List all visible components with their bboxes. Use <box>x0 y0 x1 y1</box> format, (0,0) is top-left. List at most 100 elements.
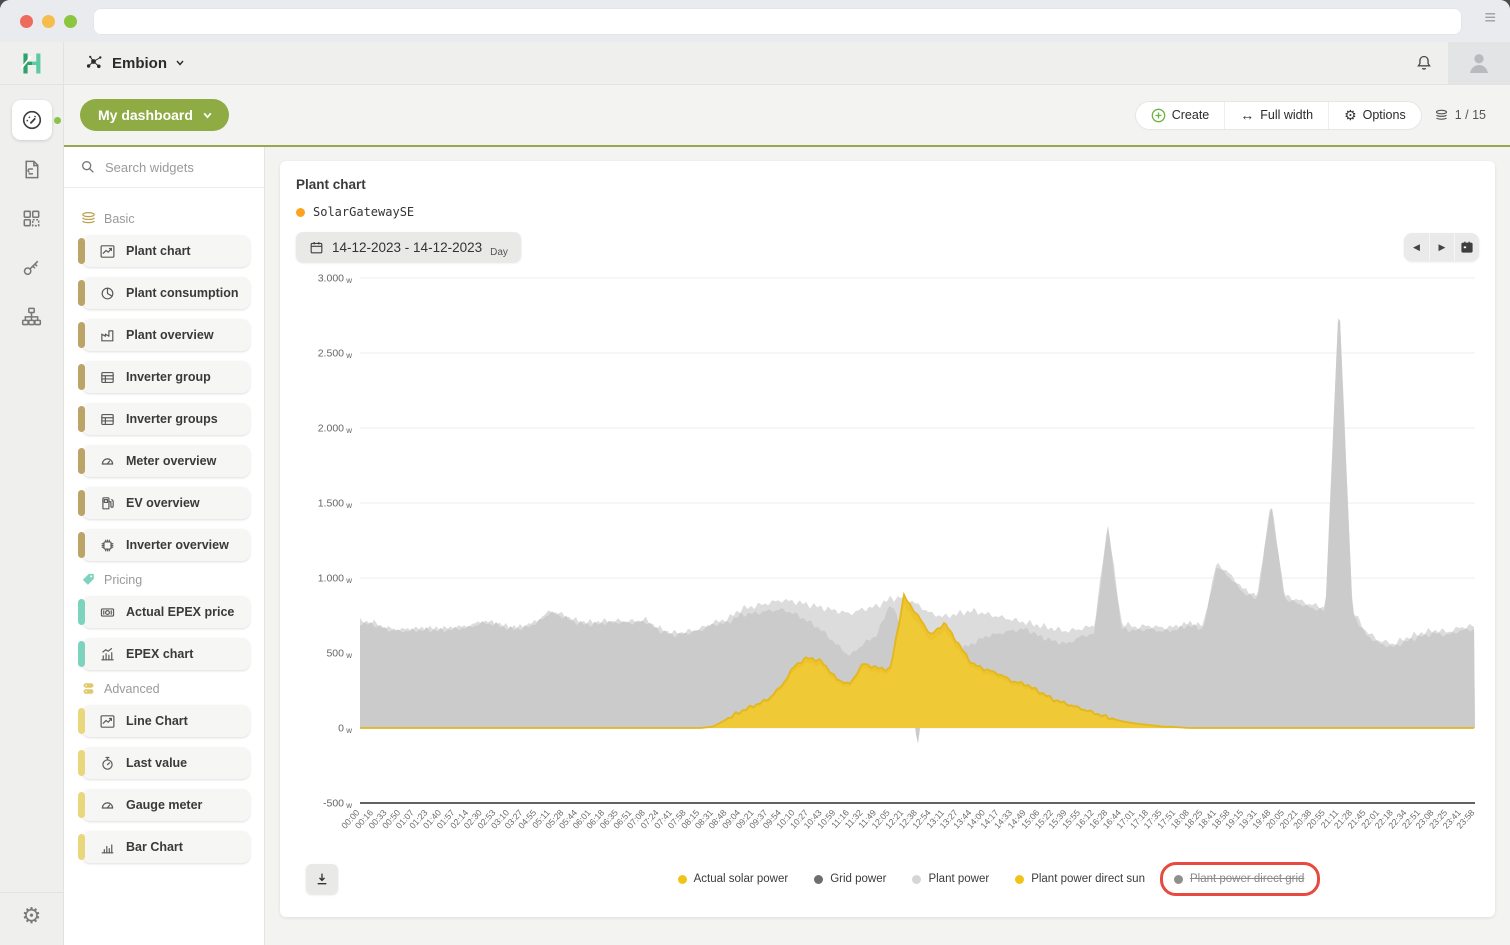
legend-dot <box>678 875 687 884</box>
date-navigation: ◀ ▶ <box>1404 233 1479 261</box>
maximize-window-button[interactable] <box>64 15 77 28</box>
chart-coins-icon <box>99 646 116 663</box>
sidebar-item-dashboards[interactable] <box>12 100 52 140</box>
widget-card-actual-epex-price[interactable]: Actual EPEX price <box>82 596 250 628</box>
legend-dot <box>912 875 921 884</box>
sidebar-item-widgets[interactable] <box>12 198 52 238</box>
widget-card-label: Plant consumption <box>126 286 239 300</box>
card-accent-bar <box>78 750 85 776</box>
widget-card-label: Gauge meter <box>126 798 202 812</box>
date-range-label: 14-12-2023 - 14-12-2023 <box>332 240 482 255</box>
svg-text:0 w: 0 w <box>338 723 352 736</box>
legend-item-plant-power-direct-sun[interactable]: Plant power direct sun <box>1015 873 1145 885</box>
sidebar-bottom: ⚙ <box>0 892 63 945</box>
device-name: SolarGatewaySE <box>313 205 414 219</box>
card-accent-bar <box>78 490 85 516</box>
legend-item-grid-power[interactable]: Grid power <box>814 873 886 885</box>
card-accent-bar <box>78 834 85 860</box>
user-avatar[interactable] <box>1448 42 1510 84</box>
svg-text:500 w: 500 w <box>326 648 352 661</box>
svg-text:-500 w: -500 w <box>323 798 352 811</box>
price-tag-icon <box>80 571 97 588</box>
widget-card-plant-consumption[interactable]: Plant consumption <box>82 277 250 309</box>
layers-icon <box>1434 108 1449 123</box>
card-accent-bar <box>78 708 85 734</box>
chart-legend: Actual solar power Grid power Plant power P… <box>468 873 1308 885</box>
sidebar-item-access-keys[interactable] <box>12 247 52 287</box>
legend-label: Grid power <box>830 873 886 885</box>
date-range-button[interactable]: 14-12-2023 - 14-12-2023 Day <box>296 232 521 262</box>
download-chart-button[interactable] <box>306 864 338 894</box>
full-width-label: Full width <box>1260 108 1313 122</box>
annotation-highlight-ring: Plant power direct grid <box>1160 862 1320 896</box>
ev-charger-icon <box>99 495 116 512</box>
svg-text:3.000 w: 3.000 w <box>318 273 353 286</box>
key-icon <box>20 256 43 279</box>
create-button[interactable]: Create <box>1136 102 1225 129</box>
widget-card-plant-overview[interactable]: Plant overview <box>82 319 250 351</box>
pie-chart-icon <box>99 285 116 302</box>
next-period-button[interactable]: ▶ <box>1429 233 1454 261</box>
stopwatch-icon <box>99 755 116 772</box>
page-indicator-label: 1 / 15 <box>1455 108 1486 122</box>
section-label: Advanced <box>104 682 160 696</box>
svg-text:1.000 w: 1.000 w <box>318 573 353 586</box>
legend-item-plant-power[interactable]: Plant power <box>912 873 989 885</box>
widget-card-plant-chart[interactable]: Plant chart <box>82 235 250 267</box>
widget-card-ev-overview[interactable]: EV overview <box>82 487 250 519</box>
chevron-right-icon: ▶ <box>1439 242 1446 253</box>
card-accent-bar <box>78 322 85 348</box>
widget-card-last-value[interactable]: Last value <box>82 747 250 779</box>
plant-chart-plot[interactable]: 3.000 w2.500 w2.000 w1.500 w1.000 w500 w… <box>296 270 1479 856</box>
sidebar-item-billing[interactable] <box>12 149 52 189</box>
widget-card-inverter-groups[interactable]: Inverter groups <box>82 403 250 435</box>
svg-text:2.000 w: 2.000 w <box>318 423 353 436</box>
widget-card-meter-overview[interactable]: Meter overview <box>82 445 250 477</box>
full-width-button[interactable]: ↔ Full width <box>1224 102 1328 129</box>
widget-card-label: Inverter groups <box>126 412 218 426</box>
calendar-icon <box>1460 240 1474 254</box>
widget-card-line-chart[interactable]: Line Chart <box>82 705 250 737</box>
previous-period-button[interactable]: ◀ <box>1404 233 1429 261</box>
notifications-button[interactable] <box>1400 42 1448 84</box>
options-label: Options <box>1363 108 1406 122</box>
chevron-down-icon <box>202 110 213 121</box>
close-window-button[interactable] <box>20 15 33 28</box>
plus-circle-icon <box>1151 108 1166 123</box>
settings-gear-icon[interactable]: ⚙ <box>22 905 42 927</box>
legend-item-plant-power-direct-grid[interactable]: Plant power direct grid <box>1174 873 1304 885</box>
legend-label: Actual solar power <box>694 873 789 885</box>
widget-card-inverter-overview[interactable]: Inverter overview <box>82 529 250 561</box>
card-accent-bar <box>78 599 85 625</box>
sidebar-item-hierarchy[interactable] <box>12 296 52 336</box>
create-label: Create <box>1172 108 1210 122</box>
widget-card-gauge-meter[interactable]: Gauge meter <box>82 789 250 821</box>
search-widgets-input[interactable] <box>105 160 245 175</box>
address-bar[interactable] <box>93 8 1462 35</box>
widget-card-inverter-group[interactable]: Inverter group <box>82 361 250 393</box>
chevron-left-icon: ◀ <box>1413 242 1420 253</box>
calendar-picker-button[interactable] <box>1454 233 1479 261</box>
widget-card-epex-chart[interactable]: EPEX chart <box>82 638 250 670</box>
browser-window: ≡ H Embion <box>0 0 1510 945</box>
gear-icon: ⚙ <box>1344 108 1357 122</box>
bell-icon <box>1414 53 1434 73</box>
app-logo[interactable]: H <box>0 42 64 84</box>
section-header-pricing: Pricing <box>80 571 250 588</box>
browser-menu-icon[interactable]: ≡ <box>1484 7 1496 30</box>
legend-item-actual-solar-power[interactable]: Actual solar power <box>678 873 789 885</box>
chart-plot-area[interactable]: 3.000 w2.500 w2.000 w1.500 w1.000 w500 w… <box>296 270 1479 856</box>
brand-name: Embion <box>112 55 167 72</box>
organization-selector[interactable]: Embion <box>64 42 1400 84</box>
widget-card-label: Plant overview <box>126 328 214 342</box>
chart-line-icon <box>99 713 116 730</box>
legend-label: Plant power direct sun <box>1031 873 1145 885</box>
minimize-window-button[interactable] <box>42 15 55 28</box>
browser-chrome: ≡ <box>0 0 1510 42</box>
options-button[interactable]: ⚙ Options <box>1328 102 1421 129</box>
legend-dot <box>1015 875 1024 884</box>
widget-card-bar-chart[interactable]: Bar Chart <box>82 831 250 863</box>
dashboard-selector-button[interactable]: My dashboard <box>80 99 229 131</box>
chevron-down-icon <box>175 58 185 68</box>
widget-card-label: Inverter overview <box>126 538 229 552</box>
